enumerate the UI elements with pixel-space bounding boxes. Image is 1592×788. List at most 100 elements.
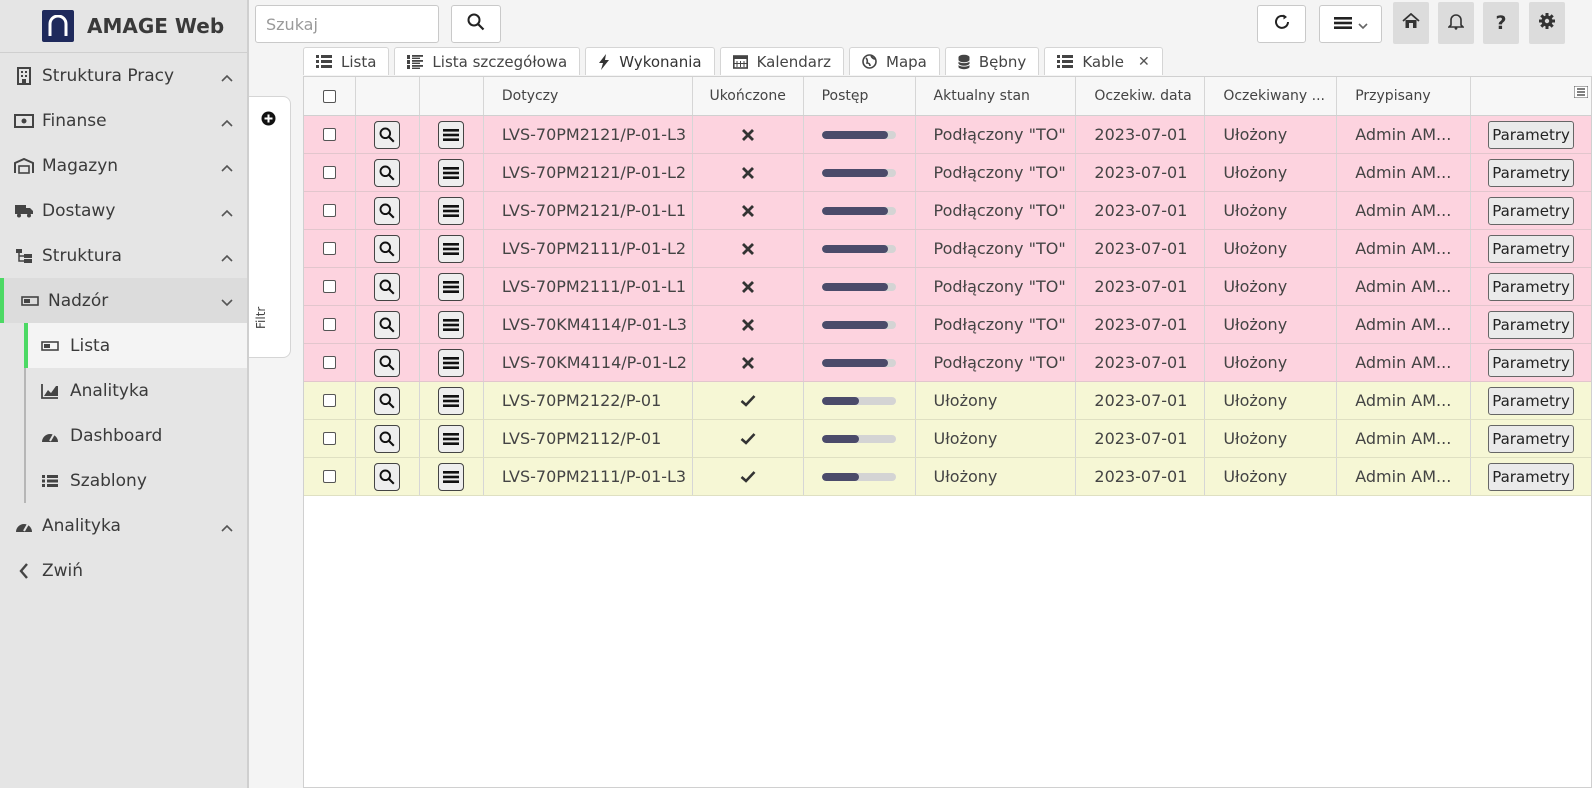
sidebar-item-struktura[interactable]: Struktura	[0, 233, 247, 278]
parametry-button[interactable]: Parametry	[1488, 120, 1574, 149]
parametry-button[interactable]: Parametry	[1488, 196, 1574, 225]
header-dotyczy[interactable]: Dotyczy	[484, 77, 693, 115]
row-menu-button[interactable]	[438, 196, 465, 225]
parametry-button[interactable]: Parametry	[1488, 158, 1574, 187]
sidebar-item-analityka[interactable]: Analityka	[0, 503, 247, 548]
tab-kable[interactable]: Kable ✕	[1044, 47, 1163, 75]
sidebar-item-nadzor[interactable]: Nadzór	[0, 278, 247, 323]
tab-wykonania[interactable]: Wykonania	[585, 47, 715, 75]
row-checkbox[interactable]	[322, 394, 336, 407]
row-menu-button[interactable]	[438, 272, 465, 301]
row-menu-button[interactable]	[438, 386, 465, 415]
tab-lista-szczegolowa[interactable]: Lista szczegółowa	[394, 47, 581, 75]
parametry-button[interactable]: Parametry	[1488, 462, 1574, 491]
table-row[interactable]: LVS-70PM2111/P-01-L2 Podłączony "TO" 2023-…	[304, 230, 1591, 268]
header-oczekiwany[interactable]: Oczekiwany ...	[1205, 77, 1338, 115]
row-checkbox[interactable]	[322, 280, 336, 293]
table-row[interactable]: LVS-70PM2112/P-01 Ułożony 2023-07-01 Ułożon…	[304, 420, 1591, 458]
sidebar-item-finanse[interactable]: Finanse	[0, 98, 247, 143]
sidebar-collapse-button[interactable]: Zwiń	[0, 548, 247, 593]
tab-mapa[interactable]: Mapa	[849, 47, 940, 75]
row-menu-button[interactable]	[438, 462, 465, 491]
column-menu-icon[interactable]	[1573, 83, 1589, 102]
row-menu-button[interactable]	[438, 158, 465, 187]
view-button[interactable]	[374, 386, 401, 415]
sidebar-item-label: Magazyn	[42, 155, 119, 176]
row-menu-button[interactable]	[438, 120, 465, 149]
header-ukonczone[interactable]: Ukończone	[693, 77, 804, 115]
settings-button[interactable]	[1529, 2, 1565, 44]
row-checkbox[interactable]	[322, 470, 336, 483]
cell-oczekiwany: Ułożony	[1205, 458, 1338, 495]
table-row[interactable]: LVS-70PM2121/P-01-L2 Podłączony "TO" 2023-…	[304, 154, 1591, 192]
row-checkbox[interactable]	[322, 166, 336, 179]
filter-panel[interactable]: Filtr	[249, 96, 291, 358]
header-postep[interactable]: Postęp	[804, 77, 916, 115]
row-checkbox[interactable]	[322, 356, 336, 369]
header-oczekiw-data[interactable]: Oczekiw. data	[1076, 77, 1206, 115]
table-row[interactable]: LVS-70PM2122/P-01 Ułożony 2023-07-01 Ułożon…	[304, 382, 1591, 420]
row-checkbox[interactable]	[322, 432, 336, 445]
cell-postep	[804, 306, 916, 343]
view-button[interactable]	[374, 462, 401, 491]
table-row[interactable]: LVS-70PM2111/P-01-L1 Podłączony "TO" 2023-…	[304, 268, 1591, 306]
sidebar-subitem-lista[interactable]: Lista	[24, 323, 247, 368]
tab-bebny[interactable]: Bębny	[944, 47, 1040, 75]
parametry-button[interactable]: Parametry	[1488, 234, 1574, 263]
select-all-checkbox[interactable]	[322, 89, 336, 103]
home-button[interactable]	[1393, 2, 1429, 44]
sidebar-subitem-analityka[interactable]: Analityka	[26, 368, 247, 413]
view-button[interactable]	[374, 272, 401, 301]
sidebar-subitem-label: Lista	[70, 335, 111, 356]
view-button[interactable]	[374, 348, 401, 377]
parametry-button[interactable]: Parametry	[1488, 272, 1574, 301]
add-filter-icon[interactable]	[261, 111, 276, 130]
sidebar-item-dostawy[interactable]: Dostawy	[0, 188, 247, 233]
search-button[interactable]	[451, 5, 501, 43]
view-button[interactable]	[374, 234, 401, 263]
row-checkbox[interactable]	[322, 204, 336, 217]
view-button[interactable]	[374, 158, 401, 187]
sidebar-item-magazyn[interactable]: Magazyn	[0, 143, 247, 188]
table-row[interactable]: LVS-70KM4114/P-01-L3 Podłączony "TO" 2023-…	[304, 306, 1591, 344]
row-view-cell	[356, 268, 420, 305]
view-button[interactable]	[374, 196, 401, 225]
progress-fill	[821, 434, 859, 443]
row-menu-button[interactable]	[438, 310, 465, 339]
parametry-button[interactable]: Parametry	[1488, 424, 1574, 453]
table-row[interactable]: LVS-70PM2121/P-01-L1 Podłączony "TO" 2023-…	[304, 192, 1591, 230]
notifications-button[interactable]	[1438, 2, 1474, 44]
table-row[interactable]: LVS-70PM2121/P-01-L3 Podłączony "TO" 2023-…	[304, 116, 1591, 154]
help-icon: ?	[1495, 12, 1507, 34]
row-menu-button[interactable]	[438, 348, 465, 377]
tab-lista[interactable]: Lista	[303, 47, 390, 75]
row-select-cell	[304, 116, 356, 153]
sidebar-item-struktura-pracy[interactable]: Struktura Pracy	[0, 53, 247, 98]
row-checkbox[interactable]	[322, 318, 336, 331]
row-menu-button[interactable]	[438, 424, 465, 453]
sidebar-item-label: Finanse	[42, 110, 107, 131]
view-button[interactable]	[374, 424, 401, 453]
view-menu-button[interactable]	[1319, 5, 1382, 43]
brand[interactable]: AMAGE Web	[0, 0, 247, 53]
close-icon[interactable]: ✕	[1138, 54, 1150, 70]
chevron-down-icon	[221, 292, 233, 312]
table-row[interactable]: LVS-70PM2111/P-01-L3 Ułożony 2023-07-01 Uło…	[304, 458, 1591, 496]
parametry-button[interactable]: Parametry	[1488, 386, 1574, 415]
header-przypisany[interactable]: Przypisany	[1337, 77, 1472, 115]
tab-kalendarz[interactable]: Kalendarz	[719, 47, 845, 75]
row-menu-button[interactable]	[438, 234, 465, 263]
help-button[interactable]: ?	[1483, 2, 1519, 44]
view-button[interactable]	[374, 310, 401, 339]
table-row[interactable]: LVS-70KM4114/P-01-L2 Podłączony "TO" 2023-…	[304, 344, 1591, 382]
refresh-button[interactable]	[1257, 5, 1306, 43]
row-checkbox[interactable]	[322, 128, 336, 141]
sidebar-subitem-szablony[interactable]: Szablony	[26, 458, 247, 503]
parametry-button[interactable]: Parametry	[1488, 310, 1574, 339]
row-checkbox[interactable]	[322, 242, 336, 255]
parametry-button[interactable]: Parametry	[1488, 348, 1574, 377]
header-aktualny-stan[interactable]: Aktualny stan	[916, 77, 1077, 115]
sidebar-subitem-dashboard[interactable]: Dashboard	[26, 413, 247, 458]
view-button[interactable]	[374, 120, 401, 149]
search-input[interactable]	[255, 5, 439, 43]
